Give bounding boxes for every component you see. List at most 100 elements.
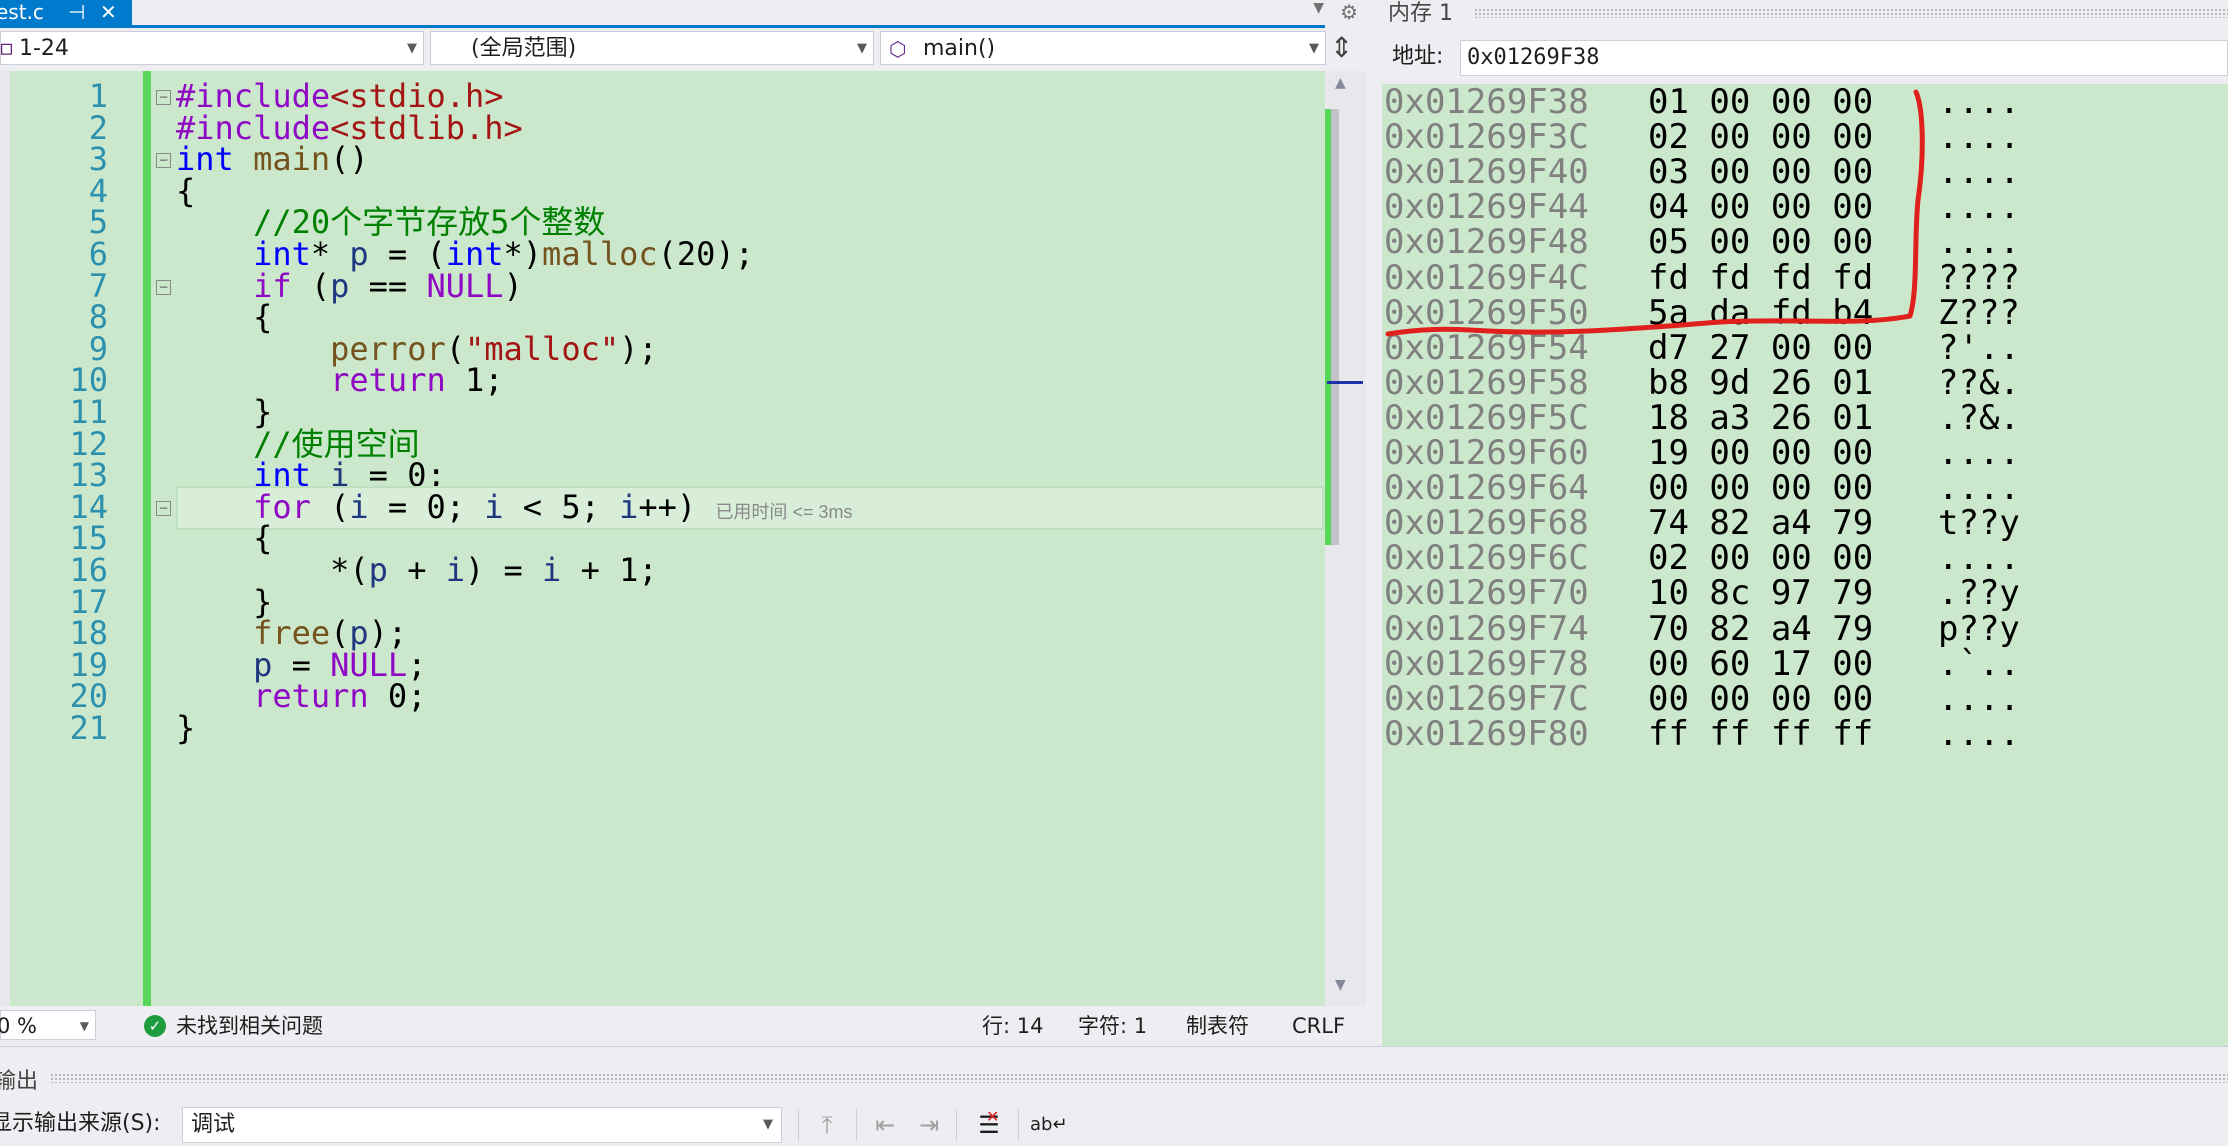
code-token: i [484,487,504,526]
code-token: ( [291,266,331,305]
code-line[interactable]: } [176,706,195,751]
chevron-down-icon[interactable]: ▼ [1313,0,1324,16]
memory-address-bar: 地址: 0x01269F38 [1378,32,2228,82]
editor-tab-bar: est.c ⊣ ✕ ▼ ⚙ [0,0,1366,28]
pin-icon[interactable]: ⊣ [68,0,85,24]
project-dropdown[interactable]: ▫ 1-24 ▼ [0,31,424,65]
glyph-margin [0,71,10,1006]
indent-indicator[interactable]: 制表符 [1186,1006,1249,1046]
code-token: (20); [657,235,754,273]
pane-splitter[interactable] [1366,0,1378,1046]
code-token: NULL [426,266,504,305]
memory-ascii: .... [1938,713,2020,754]
output-pane: 输出 显示输出来源(S): 调试 ▼ ⤒ ⇤ ⇥ ☰ ✕ ab↵ [0,1046,2228,1146]
memory-title: 内存 1 [1388,1,1453,26]
caret-position-marker [1327,381,1363,384]
code-token: + [387,551,446,589]
code-token: main [253,140,331,179]
code-token: == [349,266,427,305]
check-circle-icon: ✓ [144,1015,166,1037]
line-indicator[interactable]: 行: 14 [982,1006,1043,1046]
find-message-icon[interactable]: ⤒ [810,1109,844,1141]
collapse-toggle-icon[interactable]: − [156,500,171,516]
issues-status[interactable]: 未找到相关问题 [176,1006,323,1046]
memory-title-bar: 内存 1 [1378,0,2228,30]
project-icon: ▫ [0,36,14,61]
drag-grip[interactable] [1474,8,2228,18]
chevron-down-icon[interactable]: ▼ [80,1011,89,1041]
collapse-toggle-icon[interactable]: − [156,153,171,169]
code-token: p [368,551,388,589]
perf-tip[interactable]: 已用时间 <= 3ms [715,502,852,522]
code-token: malloc [542,235,658,273]
next-message-icon[interactable]: ⇥ [912,1109,946,1141]
chevron-down-icon[interactable]: ▼ [1309,32,1319,66]
memory-bytes[interactable]: ff ff ff ff [1648,709,1873,759]
code-token: return [253,677,369,716]
close-icon[interactable]: ✕ [100,0,117,24]
scope-dropdown[interactable]: (全局范围) ▼ [430,31,874,65]
scope-label: (全局范围) [471,36,577,61]
toolbar-separator [956,1109,957,1141]
eol-indicator[interactable]: CRLF [1292,1006,1345,1046]
memory-address: 0x01269F80 [1384,713,1589,754]
tab-test-c[interactable]: est.c ⊣ ✕ [0,0,132,25]
project-label: 1-24 [19,36,69,61]
tab-accent-line [0,25,1325,28]
scroll-thumb[interactable] [1331,109,1339,545]
code-token: i [542,551,562,589]
code-token: ) = [464,551,543,589]
output-source-dropdown[interactable]: 调试 ▼ [182,1107,782,1143]
zoom-value: 0 % [0,1014,37,1038]
gear-icon[interactable]: ⚙ [1340,0,1358,24]
code-editor-pane: est.c ⊣ ✕ ▼ ⚙ ▫ 1-24 ▼ (全局范围) ▼ ⬡ main()… [0,0,1366,1046]
code-line[interactable]: int main() [176,137,369,182]
chevron-down-icon[interactable]: ▼ [763,1108,773,1142]
navigation-bar: ▫ 1-24 ▼ (全局范围) ▼ ⬡ main() ▼ ⇕ [0,29,1366,71]
tab-label: est.c [0,0,44,24]
scroll-down-icon[interactable]: ▼ [1335,977,1346,993]
member-dropdown[interactable]: ⬡ main() ▼ [880,31,1326,65]
collapse-toggle-icon[interactable]: − [156,90,171,105]
output-source-label: 显示输出来源(S): [0,1111,161,1136]
chevron-down-icon[interactable]: ▼ [857,32,867,66]
code-token: ( [310,487,350,526]
code-token: < 5; [503,487,620,526]
output-source-value: 调试 [191,1112,236,1137]
line-number: 21 [69,709,108,747]
code-token: 1; [445,361,504,400]
char-indicator[interactable]: 字符: 1 [1078,1006,1147,1046]
toolbar-separator [798,1109,799,1141]
previous-message-icon[interactable]: ⇤ [868,1109,902,1141]
code-token: () [330,140,369,179]
word-wrap-icon[interactable]: ab↵ [1030,1109,1068,1141]
member-label: main() [923,36,996,61]
clear-x-icon: ✕ [986,1107,1000,1126]
code-line[interactable]: for (i = 0; i < 5; i++) 已用时间 <= 3ms [176,485,852,535]
address-input[interactable]: 0x01269F38 [1460,40,2228,76]
change-tracking-bar [143,71,151,1006]
code-token: } [176,709,196,747]
code-token: return [330,361,446,400]
memory-row[interactable]: 0x01269F80 ff ff ff ff.... [1384,709,2020,759]
code-token: ++) [638,487,716,526]
code-token: + 1; [561,551,658,589]
code-line[interactable]: return 0; [176,674,426,719]
split-icon[interactable]: ⇕ [1330,31,1353,64]
toolbar-separator [1018,1109,1019,1141]
vertical-scrollbar[interactable]: ▲ ▼ [1325,71,1366,1006]
collapse-toggle-icon[interactable]: − [156,279,171,295]
code-token: i [349,487,369,526]
code-token: ) [503,266,523,305]
code-token: i [619,487,639,526]
drag-grip[interactable] [50,1073,2228,1083]
scroll-up-icon[interactable]: ▲ [1335,75,1346,91]
chevron-down-icon[interactable]: ▼ [407,32,417,66]
editor-status-bar: 0 % ▼ ✓ 未找到相关问题 行: 14 字符: 1 制表符 CRLF [0,1006,1366,1046]
toolbar-separator [856,1109,857,1141]
address-label: 地址: [1392,44,1444,69]
code-token: ); [619,329,658,368]
code-token: p [330,266,350,305]
zoom-dropdown[interactable]: 0 % ▼ [0,1010,96,1040]
